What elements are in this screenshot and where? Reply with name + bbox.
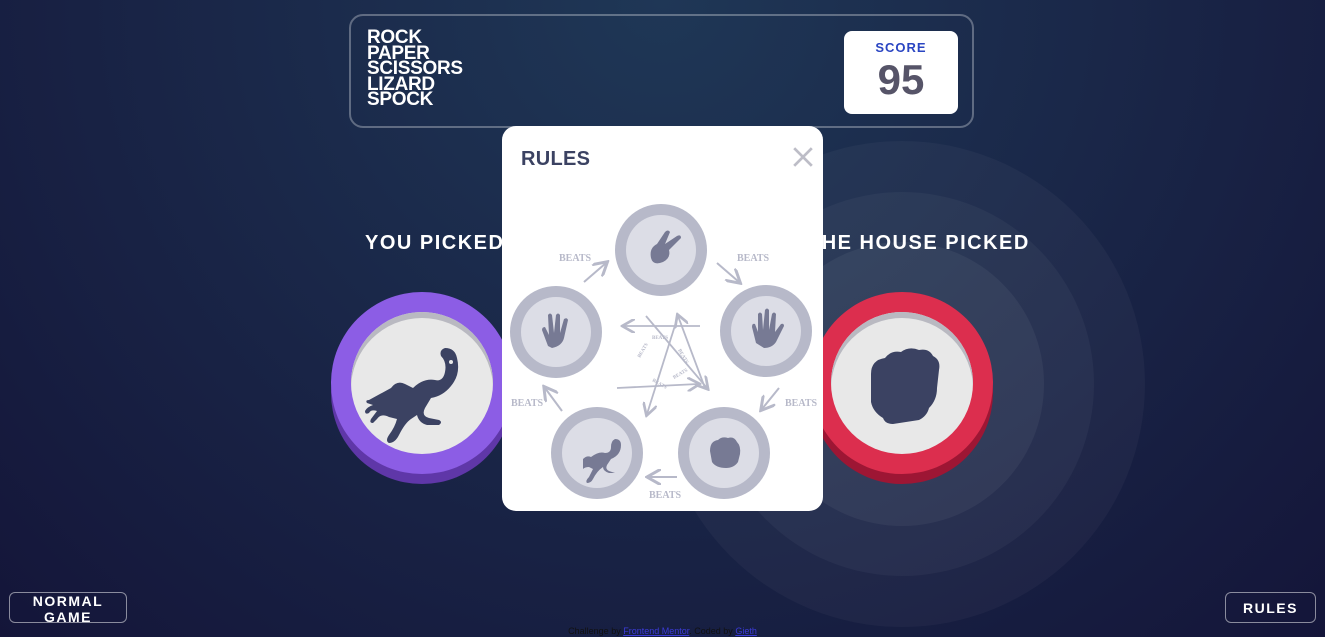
scoreboard-header: ROCK PAPER SCISSORS LIZARD SPOCK SCORE 9…	[349, 14, 974, 128]
house-picked-label: THE HOUSE PICKED	[808, 232, 1030, 254]
beats-arrow	[647, 315, 679, 414]
beats-label: BEATS	[785, 398, 817, 409]
your-pick-chip	[331, 292, 513, 484]
beats-label: BEATS	[649, 490, 681, 501]
rules-scissors-icon	[615, 204, 707, 296]
rules-modal: RULES BEATS BEATS BEATS BEATS BEATS BEATS BEAT…	[502, 126, 823, 511]
rules-lizard-icon	[551, 407, 643, 499]
normal-game-button[interactable]: NORMAL GAME	[9, 592, 127, 625]
beats-label: BEATS	[676, 349, 688, 366]
rules-rock-icon	[678, 407, 770, 499]
author-link[interactable]: Gieth	[735, 626, 757, 636]
beats-label: BEATS	[651, 378, 668, 390]
attribution-footer: Challenge by Frontend Mentor. Coded by G…	[0, 626, 1325, 636]
rules-paper-icon	[720, 285, 812, 377]
beats-arrow	[762, 387, 780, 409]
rules-diagram: BEATS BEATSBEATSBEATSBEATSBEATSBEATSBEATS…	[510, 204, 817, 501]
you-picked-label: YOU PICKED	[365, 232, 505, 254]
beats-label: BEATS	[652, 336, 668, 341]
beats-arrow	[583, 263, 606, 283]
rules-spock-icon	[510, 286, 602, 378]
title-line: SPOCK	[367, 89, 434, 110]
house-pick-chip	[811, 292, 993, 484]
beats-arrow	[545, 388, 563, 412]
lizard-icon	[365, 348, 459, 443]
beats-label: BEATS	[673, 368, 690, 380]
frontend-mentor-link[interactable]: Frontend Mentor	[623, 626, 689, 636]
footer-coded-text: . Coded by	[689, 626, 733, 636]
rock-icon	[871, 348, 940, 424]
rules-button[interactable]: RULES	[1225, 592, 1316, 623]
beats-label: BEATS	[511, 398, 543, 409]
beats-label: BEATS	[737, 253, 769, 264]
score-label: SCORE	[875, 40, 927, 55]
footer-challenge-text: Challenge by	[568, 626, 621, 636]
beats-label: BEATS	[559, 253, 591, 264]
beats-label: BEATS	[637, 342, 649, 359]
beats-arrow	[716, 262, 739, 282]
score-value: 95	[877, 56, 925, 103]
game-title: ROCK PAPER SCISSORS LIZARD SPOCK	[367, 28, 463, 110]
score-box: SCORE 95	[844, 31, 958, 114]
